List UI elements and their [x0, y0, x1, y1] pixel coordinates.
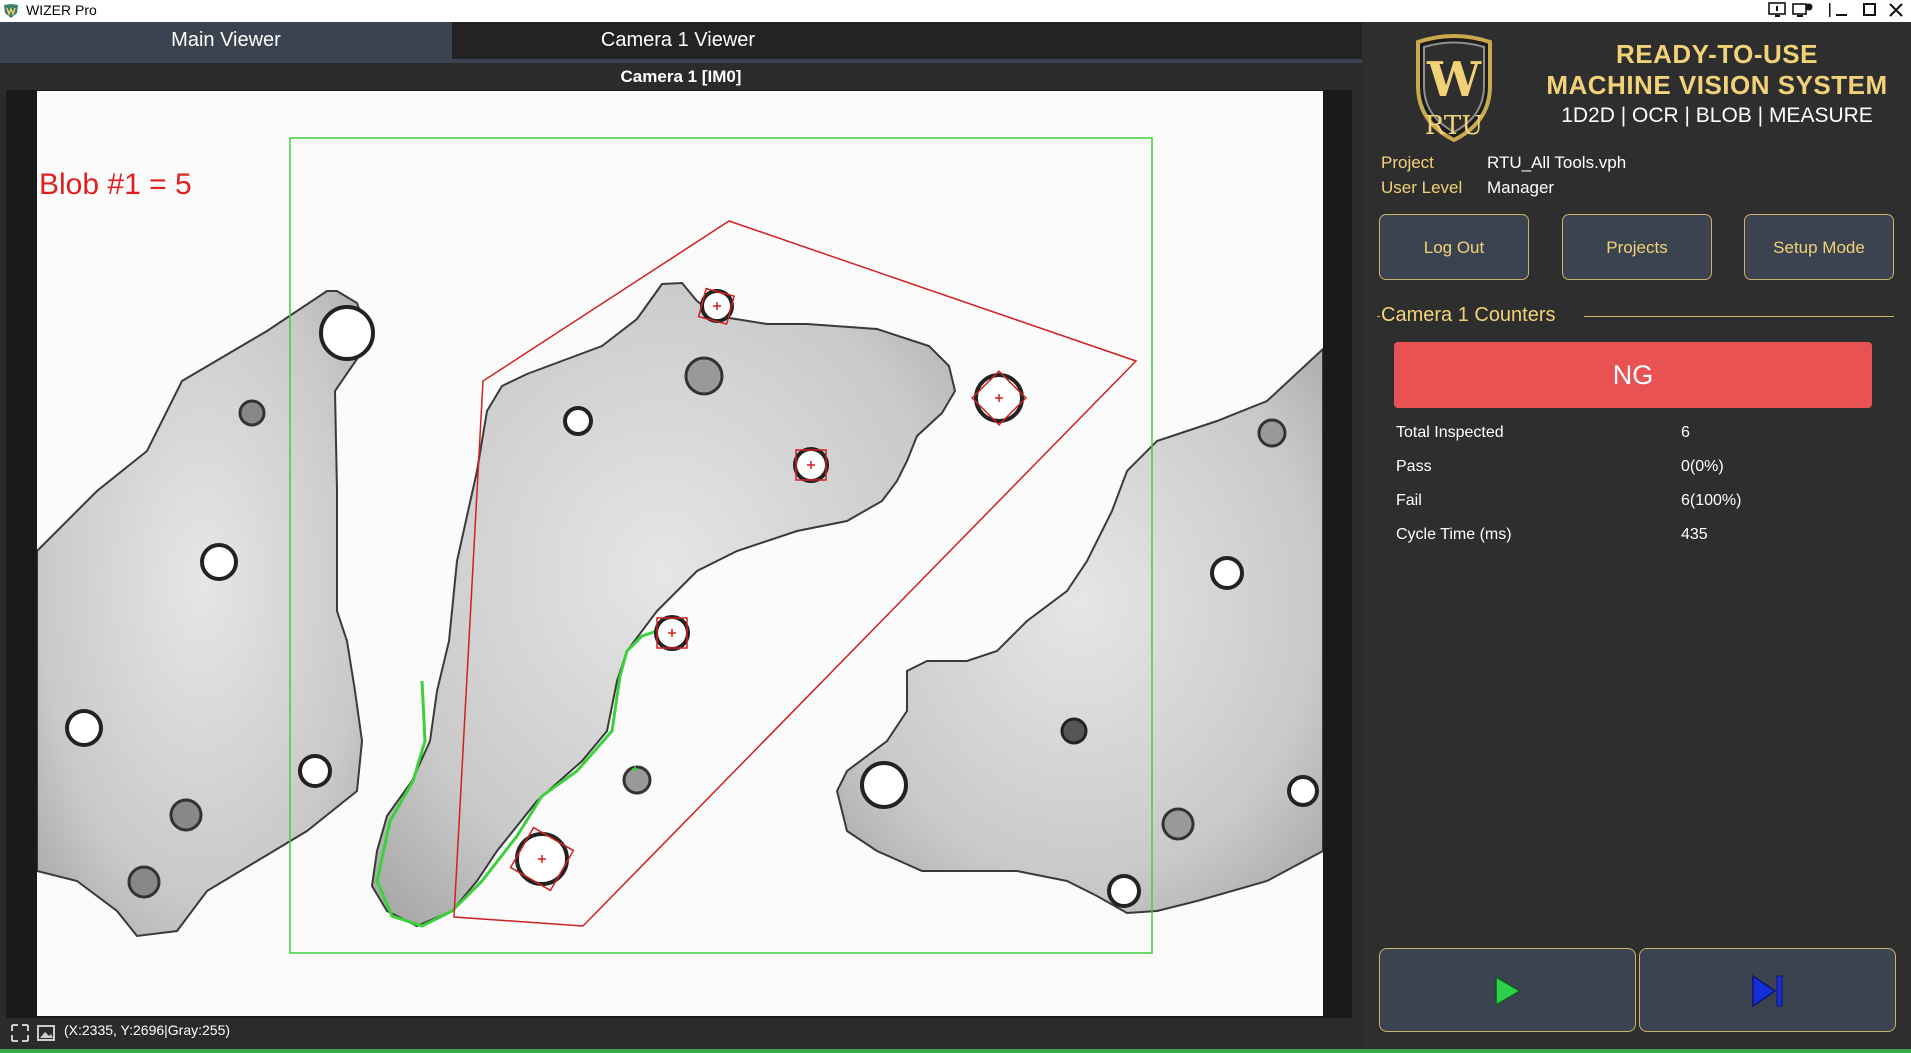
viewer-title: Camera 1 [IM0]: [620, 67, 742, 86]
control-panel: W RTU READY-TO-USE MACHINE VISION SYSTEM…: [1362, 22, 1911, 1049]
counter-label-cycle-time: Cycle Time (ms): [1396, 526, 1512, 543]
blob-result-label: Blob #1 = 5: [39, 168, 192, 201]
hole: [622, 765, 652, 795]
left-part: [37, 290, 369, 938]
inspection-image-svg[interactable]: [37, 91, 1323, 1016]
hole: [200, 543, 238, 581]
app-logo-icon: [4, 4, 18, 18]
brand-line-2: MACHINE VISION SYSTEM: [1546, 70, 1888, 100]
logo-text: RTU: [1425, 111, 1483, 141]
pixel-coords-readout: (X:2335, Y:2696|Gray:255): [64, 1022, 231, 1038]
user-level-label: User Level: [1381, 178, 1463, 197]
hole: [684, 356, 724, 396]
hole: [169, 798, 203, 832]
step-forward-icon: [1752, 974, 1783, 1008]
inspection-image[interactable]: [37, 91, 1323, 1016]
bottom-strip: [0, 1049, 1911, 1053]
inspection-result-badge: NG: [1394, 342, 1872, 408]
brand-line-1: READY-TO-USE: [1616, 39, 1818, 69]
log-out-button[interactable]: Log Out: [1379, 214, 1529, 280]
project-label: Project: [1381, 153, 1434, 172]
logo-letter: W: [1426, 52, 1482, 108]
counters-title: Camera 1 Counters: [1381, 304, 1556, 326]
hole: [127, 865, 161, 899]
image-icon[interactable]: [36, 1023, 56, 1043]
hole: [65, 709, 103, 747]
counters-divider: [1584, 316, 1894, 317]
step-button[interactable]: [1639, 948, 1896, 1032]
user-level-value: Manager: [1487, 178, 1555, 197]
tab-main-viewer[interactable]: Main Viewer: [0, 22, 452, 59]
window-title: WIZER Pro: [26, 2, 97, 18]
status-bar: (X:2335, Y:2696|Gray:255): [0, 1019, 1362, 1049]
monitor-icon[interactable]: [1766, 1, 1790, 21]
rtu-shield-logo-icon: W RTU: [1416, 34, 1492, 143]
counter-value-total: 6: [1681, 424, 1690, 441]
settings-display-icon[interactable]: [1791, 1, 1815, 21]
play-icon: [1495, 975, 1522, 1007]
hole: [1210, 556, 1244, 590]
counter-label-fail: Fail: [1396, 492, 1422, 509]
run-button[interactable]: [1379, 948, 1636, 1032]
hole: [860, 761, 908, 809]
fit-view-icon[interactable]: [10, 1023, 30, 1043]
counters-divider-left: [1377, 316, 1380, 317]
hole: [238, 399, 266, 427]
hole: [563, 406, 593, 436]
hole: [1161, 807, 1195, 841]
projects-button[interactable]: Projects: [1562, 214, 1712, 280]
project-value: RTU_All Tools.vph: [1487, 153, 1627, 172]
hole: [319, 305, 375, 361]
hole: [1107, 874, 1141, 908]
minimize-icon[interactable]: [1830, 1, 1854, 21]
counter-label-total: Total Inspected: [1396, 424, 1504, 441]
setup-mode-button[interactable]: Setup Mode: [1744, 214, 1894, 280]
counter-value-cycle-time: 435: [1681, 526, 1708, 543]
maximize-icon[interactable]: [1858, 1, 1882, 21]
brand-features: 1D2D | OCR | BLOB | MEASURE: [1561, 104, 1873, 127]
hole: [1287, 775, 1319, 807]
counter-label-pass: Pass: [1396, 458, 1432, 475]
hole: [1257, 418, 1287, 448]
hole: [1060, 717, 1088, 745]
title-bar: WIZER Pro: [0, 0, 1911, 22]
viewer-tabs: Main Viewer Camera 1 Viewer: [0, 22, 1362, 59]
tab-camera-1-viewer[interactable]: Camera 1 Viewer: [452, 22, 904, 59]
counter-value-pass: 0(0%): [1681, 458, 1724, 475]
close-icon[interactable]: [1884, 1, 1908, 21]
counter-value-fail: 6(100%): [1681, 492, 1742, 509]
hole: [298, 754, 332, 788]
